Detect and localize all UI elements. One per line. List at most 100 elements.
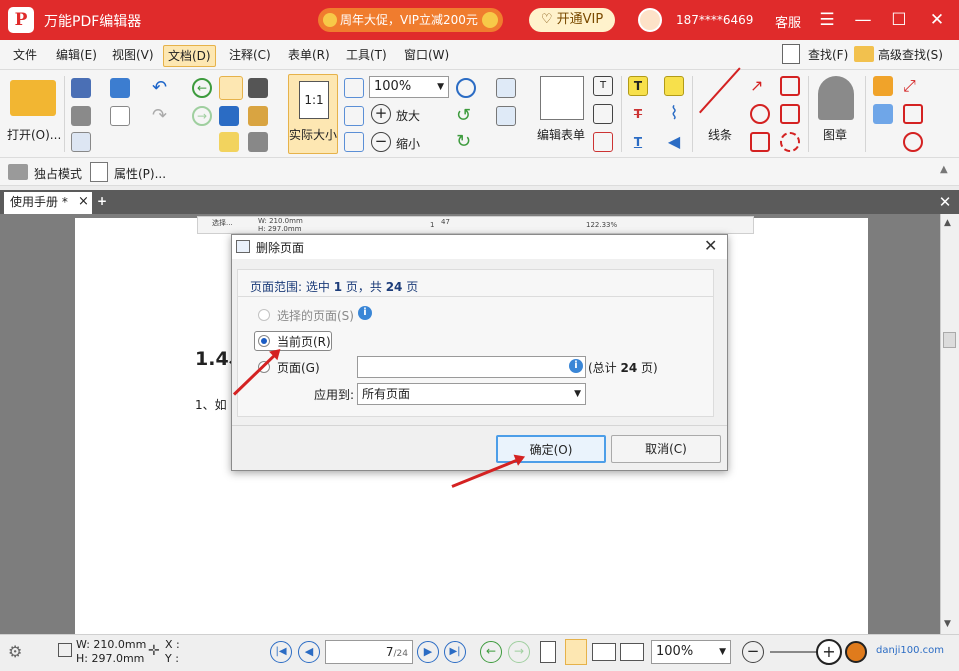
promo-banner[interactable]: 周年大促，VIP立减200元	[318, 8, 503, 32]
properties-button[interactable]: 属性(P)...	[114, 165, 166, 182]
menu-file[interactable]: 文件	[9, 45, 41, 67]
close-all-tabs-icon[interactable]: ✕	[935, 192, 955, 212]
insert-page-icon[interactable]	[496, 78, 516, 98]
rotate-right-icon[interactable]: ↻	[456, 132, 476, 152]
collapse-icon[interactable]: ▲	[940, 164, 948, 175]
select-text-icon[interactable]	[219, 106, 239, 126]
dialog-close-icon[interactable]: ✕	[704, 236, 717, 255]
cancel-button[interactable]: 取消(C)	[611, 435, 721, 463]
customer-service-link[interactable]: 客服	[775, 12, 801, 31]
next-view-icon[interactable]: →	[192, 106, 212, 126]
strikeout-icon[interactable]: T	[628, 104, 648, 124]
pages-input[interactable]	[357, 356, 586, 378]
close-window-icon[interactable]: ✕	[925, 8, 949, 32]
hamburger-menu-icon[interactable]: ☰	[815, 8, 839, 32]
crop-icon[interactable]	[248, 132, 268, 152]
arrow-tool-icon[interactable]: ↗	[750, 76, 770, 96]
stamp-icon[interactable]	[818, 76, 854, 120]
open-label[interactable]: 打开(O)...	[7, 126, 61, 143]
option-pages-label[interactable]: 页面(G)	[277, 359, 320, 376]
signature-field-icon[interactable]	[593, 132, 613, 152]
fit-visible-icon[interactable]	[344, 132, 364, 152]
perimeter-icon[interactable]	[903, 132, 923, 152]
continuous-page-icon[interactable]	[565, 639, 587, 665]
underline-icon[interactable]: T	[628, 132, 648, 152]
edit-form-icon[interactable]	[540, 76, 584, 120]
measure-icon[interactable]: ⤢	[903, 76, 923, 96]
menu-window[interactable]: 窗口(W)	[400, 45, 453, 67]
open-vip-button[interactable]: ♡ 开通VIP	[529, 8, 615, 32]
status-zoom-select[interactable]: 100% ▼	[651, 640, 731, 664]
polyline-tool-icon[interactable]	[780, 76, 800, 96]
lines-label[interactable]: 线条	[708, 126, 732, 143]
avatar[interactable]	[638, 8, 662, 32]
attachment-icon[interactable]: ⌇	[664, 104, 684, 124]
user-phone[interactable]: 187****6469	[676, 13, 753, 27]
find-button[interactable]: 查找(F)	[804, 45, 852, 67]
page-number-input[interactable]: 7/24	[325, 640, 413, 664]
minimize-icon[interactable]: —	[851, 8, 875, 32]
menu-view[interactable]: 视图(V)	[108, 45, 158, 67]
paste-icon[interactable]	[248, 106, 268, 126]
scan-icon[interactable]	[110, 78, 130, 98]
zoom-slider[interactable]	[770, 651, 818, 653]
advanced-find-button[interactable]: 高级查找(S)	[874, 45, 947, 67]
checkbox-field-icon[interactable]	[593, 104, 613, 124]
single-page-icon[interactable]	[540, 641, 556, 663]
cloud-tool-icon[interactable]	[780, 132, 800, 152]
line-tool-icon[interactable]	[699, 67, 741, 114]
magnifier-icon[interactable]	[456, 78, 476, 98]
typewriter-icon[interactable]: T	[628, 76, 648, 96]
two-page-continuous-icon[interactable]	[620, 643, 644, 661]
radio-current-page[interactable]	[258, 335, 270, 347]
zoom-in-icon[interactable]: +	[371, 104, 391, 124]
save-icon[interactable]	[71, 78, 91, 98]
menu-comment[interactable]: 注释(C)	[225, 45, 275, 67]
first-page-icon[interactable]: |◀	[270, 641, 292, 663]
fit-width-icon[interactable]	[344, 106, 364, 126]
polygon-tool-icon[interactable]	[780, 104, 800, 124]
add-text-box-icon[interactable]	[496, 106, 516, 126]
option-current-page-label[interactable]: 当前页(R)	[277, 333, 331, 350]
zoom-select[interactable]: 100% ▼	[369, 76, 449, 98]
snapshot-camera-icon[interactable]	[248, 78, 268, 98]
edit-form-label[interactable]: 编辑表单	[537, 126, 585, 143]
fit-page-icon[interactable]	[344, 78, 364, 98]
area-measure-icon[interactable]	[903, 104, 923, 124]
undo-icon[interactable]: ↶	[152, 78, 172, 98]
zoom-out-label[interactable]: 缩小	[396, 135, 420, 152]
forward-icon[interactable]: →	[508, 641, 530, 663]
exclusive-mode-button[interactable]: 独占模式	[34, 165, 82, 182]
export-icon[interactable]	[71, 132, 91, 152]
menu-tools[interactable]: 工具(T)	[342, 45, 391, 67]
stamp-label[interactable]: 图章	[823, 126, 847, 143]
previous-page-icon[interactable]: ◀	[298, 641, 320, 663]
radio-selected-pages[interactable]	[258, 309, 270, 321]
ok-button[interactable]: 确定(O)	[496, 435, 606, 463]
scroll-thumb[interactable]	[943, 332, 956, 348]
two-page-icon[interactable]	[592, 643, 616, 661]
zoom-in-label[interactable]: 放大	[396, 107, 420, 124]
open-folder-icon[interactable]	[10, 80, 56, 116]
zoom-out-icon[interactable]: −	[371, 132, 391, 152]
status-zoom-out-icon[interactable]: −	[742, 641, 764, 663]
menu-edit[interactable]: 编辑(E)	[52, 45, 101, 67]
settings-gear-icon[interactable]: ⚙	[8, 642, 22, 661]
status-zoom-in-icon[interactable]: +	[816, 639, 842, 665]
select-area-icon[interactable]	[219, 132, 239, 152]
new-document-icon[interactable]	[110, 106, 130, 126]
next-page-icon[interactable]: ▶	[417, 641, 439, 663]
ellipse-tool-icon[interactable]	[750, 104, 770, 124]
tab-close-icon[interactable]: ×	[78, 194, 89, 209]
option-selected-pages-label[interactable]: 选择的页面(S)	[277, 307, 354, 324]
scroll-up-icon[interactable]: ▲	[944, 218, 951, 228]
sound-icon[interactable]: ◀	[664, 132, 684, 152]
note-icon[interactable]	[664, 76, 684, 96]
scroll-down-icon[interactable]: ▼	[944, 619, 951, 629]
rectangle-tool-icon[interactable]	[750, 132, 770, 152]
pencil-icon[interactable]	[873, 76, 893, 96]
eraser-icon[interactable]	[873, 104, 893, 124]
print-icon[interactable]	[71, 106, 91, 126]
apply-to-select[interactable]: 所有页面 ▼	[357, 383, 586, 405]
previous-view-icon[interactable]: ←	[192, 78, 212, 98]
